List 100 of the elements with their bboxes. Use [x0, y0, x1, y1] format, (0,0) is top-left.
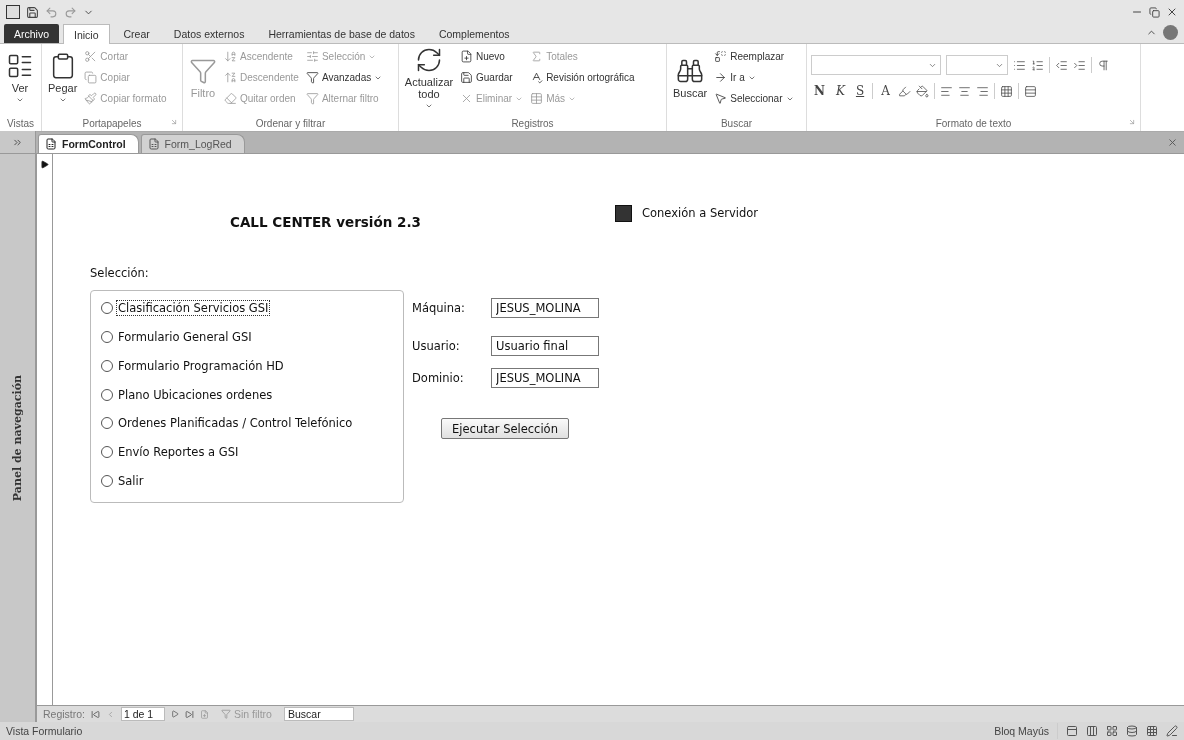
- pilcrow-icon[interactable]: [1097, 58, 1110, 72]
- ribbon-button[interactable]: Reemplazar: [712, 49, 796, 64]
- command-icon: [305, 50, 319, 63]
- layout-view-icon[interactable]: [1146, 725, 1158, 737]
- format-button[interactable]: K: [832, 84, 848, 98]
- radio-button[interactable]: [101, 475, 113, 488]
- run-button[interactable]: Ejecutar Selección: [441, 418, 569, 439]
- ribbon-button[interactable]: Pegar: [46, 49, 80, 106]
- indent-increase-icon[interactable]: [1073, 58, 1086, 72]
- option-label[interactable]: Salir: [116, 473, 146, 490]
- command-icon: [460, 92, 473, 105]
- restore-icon[interactable]: [1149, 6, 1160, 18]
- ribbon-tab[interactable]: Inicio: [63, 24, 110, 44]
- connection-label: Conexión a Servidor: [642, 206, 759, 220]
- ribbon-button[interactable]: Guardar: [458, 70, 526, 85]
- form-title: CALL CENTER versión 2.3: [230, 213, 422, 230]
- field-label: Dominio:: [412, 371, 465, 385]
- option-label[interactable]: Ordenes Planificadas / Control Telefónico: [116, 415, 355, 432]
- command-icon: [84, 50, 98, 63]
- option-label[interactable]: Formulario General GSI: [116, 328, 254, 345]
- highlighter-icon[interactable]: [897, 84, 911, 98]
- ribbon-button[interactable]: Actualizar todo: [403, 43, 455, 112]
- form-icon: [45, 138, 57, 150]
- save-icon[interactable]: [26, 5, 39, 19]
- radio-button[interactable]: [101, 388, 113, 401]
- radio-button[interactable]: [101, 417, 113, 430]
- bullet-list-icon[interactable]: [1013, 58, 1026, 72]
- input-field[interactable]: JESUS_MOLINA: [491, 298, 599, 318]
- field-label: Usuario:: [412, 339, 461, 353]
- gridlines-icon[interactable]: [999, 84, 1013, 98]
- field-label: Máquina:: [412, 301, 466, 315]
- radio-button[interactable]: [101, 359, 113, 372]
- option-label[interactable]: Clasificación Servicios GSI: [116, 300, 271, 316]
- indent-decrease-icon[interactable]: [1055, 58, 1068, 72]
- pivot-table-icon[interactable]: [1106, 725, 1118, 737]
- input-field[interactable]: JESUS_MOLINA: [491, 368, 599, 388]
- navigation-pane[interactable]: Panel de navegación: [0, 154, 36, 722]
- input-field[interactable]: Usuario final: [491, 336, 599, 356]
- ribbon-button[interactable]: Revisión ortográfica: [528, 70, 637, 85]
- first-record-icon[interactable]: [91, 709, 100, 719]
- status-text: Vista Formulario: [6, 725, 83, 737]
- command-icon: [714, 50, 728, 63]
- ribbon-tab[interactable]: Crear: [113, 24, 160, 43]
- datasheet-view-icon[interactable]: [1086, 725, 1098, 737]
- app-icon[interactable]: [6, 5, 20, 19]
- radio-button[interactable]: [101, 446, 113, 459]
- next-record-icon[interactable]: [171, 710, 179, 718]
- ribbon-tab[interactable]: Datos externos: [163, 24, 255, 43]
- font-size-field[interactable]: [946, 55, 1008, 75]
- ribbon-tab[interactable]: Herramientas de base de datos: [258, 24, 425, 43]
- group-label: Vistas: [6, 117, 35, 129]
- search-field[interactable]: Buscar: [283, 707, 354, 721]
- alternate-row-icon[interactable]: [1023, 84, 1037, 98]
- tab-label: Form_LogRed: [164, 138, 232, 150]
- filter-icon: [221, 709, 231, 719]
- option-label[interactable]: Envío Reportes a GSI: [116, 444, 241, 461]
- font-name-field[interactable]: [811, 55, 941, 75]
- group-label: Formato de texto: [935, 117, 1012, 129]
- tab-label: FormControl: [62, 138, 126, 150]
- command-icon: [84, 71, 98, 84]
- command-icon: [305, 92, 319, 105]
- design-view-icon[interactable]: [1166, 725, 1178, 737]
- command-icon: [84, 92, 98, 105]
- pane-label: Panel de navegación: [11, 374, 24, 502]
- last-record-icon[interactable]: [185, 709, 194, 719]
- ribbon-button[interactable]: Nuevo: [458, 49, 526, 64]
- radio-button[interactable]: [101, 330, 113, 343]
- command-icon: [530, 71, 544, 84]
- group-label: Ordenar y filtrar: [255, 117, 326, 129]
- document-tab[interactable]: FormControl: [38, 134, 139, 153]
- paint-bucket-icon[interactable]: [915, 84, 929, 98]
- pivot-chart-icon[interactable]: [1126, 725, 1138, 737]
- ribbon-tab[interactable]: Complementos: [428, 24, 520, 43]
- format-button[interactable]: S: [852, 84, 868, 98]
- format-button[interactable]: A: [878, 84, 893, 98]
- record-position-field[interactable]: 1 de 1: [121, 707, 165, 721]
- command-icon: [224, 92, 237, 105]
- document-tab[interactable]: Form_LogRed: [140, 134, 245, 153]
- command-icon: [224, 71, 237, 84]
- ribbon-button[interactable]: Ir a: [712, 70, 796, 85]
- align-center-icon[interactable]: [957, 84, 971, 98]
- option-label[interactable]: Plano Ubicaciones ordenes: [116, 386, 275, 403]
- form-view-icon[interactable]: [1066, 725, 1078, 737]
- option-label[interactable]: Formulario Programación HD: [116, 357, 286, 374]
- numbered-list-icon[interactable]: [1031, 58, 1044, 72]
- command-icon: [305, 71, 319, 84]
- group-label: Registros: [511, 117, 554, 129]
- ribbon-tab[interactable]: Archivo: [4, 24, 59, 43]
- ribbon-button[interactable]: Buscar: [671, 54, 710, 101]
- align-right-icon[interactable]: [975, 84, 989, 98]
- command-icon: [224, 50, 237, 63]
- ribbon-button[interactable]: Ver: [4, 49, 36, 106]
- ribbon-button[interactable]: Avanzadas: [303, 70, 385, 85]
- command-icon: [460, 71, 473, 84]
- format-button[interactable]: N: [811, 84, 828, 98]
- close-icon[interactable]: [1166, 6, 1178, 18]
- status-indicator: [615, 204, 632, 222]
- ribbon-button[interactable]: Seleccionar: [712, 91, 796, 106]
- radio-button[interactable]: [101, 302, 113, 314]
- align-left-icon[interactable]: [939, 84, 953, 98]
